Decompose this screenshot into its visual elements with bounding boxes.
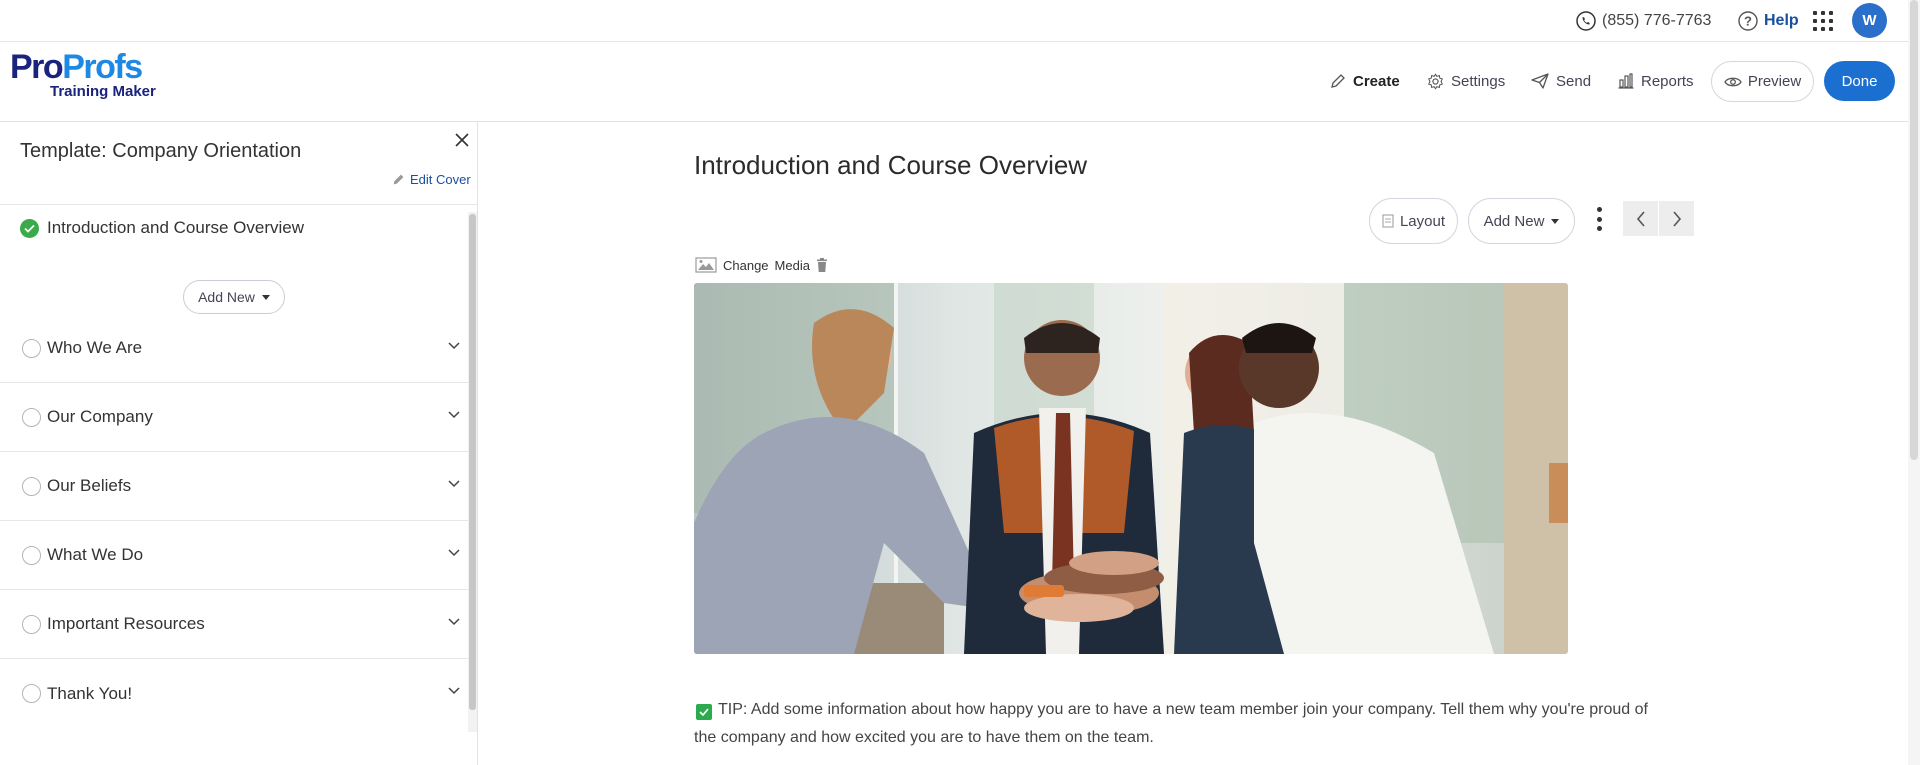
change-media-link[interactable]: Change bbox=[723, 258, 769, 273]
lesson-title[interactable]: Introduction and Course Overview bbox=[694, 150, 1087, 181]
chevron-left-icon bbox=[1636, 210, 1645, 227]
radio-circle-icon bbox=[22, 407, 41, 427]
sidebar-item-our-company[interactable]: Our Company bbox=[0, 383, 468, 452]
trash-icon[interactable] bbox=[816, 258, 828, 272]
image-icon[interactable] bbox=[695, 257, 717, 273]
check-circle-icon bbox=[20, 218, 39, 238]
preview-button[interactable]: Preview bbox=[1711, 61, 1814, 102]
pencil-icon bbox=[1331, 74, 1345, 88]
next-page-button[interactable] bbox=[1659, 201, 1694, 236]
checkbox-icon bbox=[696, 704, 712, 720]
page-scrollbar-thumb[interactable] bbox=[1910, 0, 1918, 460]
gear-icon bbox=[1427, 72, 1444, 90]
sidebar-item-label: Important Resources bbox=[47, 614, 205, 633]
layout-label: Layout bbox=[1399, 212, 1446, 230]
help-link[interactable]: ? Help bbox=[1738, 10, 1799, 32]
eye-icon bbox=[1724, 77, 1742, 86]
tip-text[interactable]: TIP: Add some information about how happ… bbox=[694, 696, 1648, 752]
radio-circle-icon bbox=[22, 614, 41, 634]
help-icon: ? bbox=[1738, 11, 1758, 31]
radio-circle-icon bbox=[22, 338, 41, 358]
edit-cover-link[interactable]: Edit Cover bbox=[392, 172, 471, 187]
sidebar-item-label: Our Beliefs bbox=[47, 476, 132, 495]
layout-button[interactable]: Layout bbox=[1369, 198, 1458, 244]
chevron-down-icon[interactable] bbox=[448, 480, 460, 488]
apps-grid-icon[interactable] bbox=[1813, 11, 1833, 31]
svg-text:?: ? bbox=[1744, 14, 1752, 29]
sidebar-item-thank-you[interactable]: Thank You! bbox=[0, 659, 468, 728]
chevron-down-icon[interactable] bbox=[448, 687, 460, 695]
sidebar-item-our-beliefs[interactable]: Our Beliefs bbox=[0, 452, 468, 521]
lesson-cover-image[interactable] bbox=[694, 283, 1568, 654]
nav-create-label: Create bbox=[1353, 72, 1400, 90]
sidebar-item-who-we-are[interactable]: Who We Are bbox=[0, 314, 468, 383]
chevron-down-icon[interactable] bbox=[448, 549, 460, 557]
divider bbox=[0, 204, 478, 205]
radio-circle-icon bbox=[22, 684, 41, 703]
phone-icon bbox=[1576, 11, 1596, 31]
radio-circle-icon bbox=[22, 545, 41, 565]
template-title: Template: Company Orientation bbox=[20, 140, 302, 162]
lesson-sidebar: Template: Company Orientation Edit Cover… bbox=[0, 122, 478, 765]
bar-chart-icon bbox=[1618, 73, 1634, 89]
nav-create[interactable]: Create bbox=[1330, 69, 1400, 93]
user-avatar[interactable]: W bbox=[1852, 3, 1887, 38]
chevron-down-icon[interactable] bbox=[448, 411, 460, 419]
sidebar-item-label: Our Company bbox=[47, 407, 153, 426]
sidebar-item-label: What We Do bbox=[47, 545, 144, 564]
previous-page-button[interactable] bbox=[1623, 201, 1658, 236]
logo-subtitle: Training Maker bbox=[50, 83, 156, 100]
caret-down-icon bbox=[261, 294, 270, 300]
sidebar-item-label: Who We Are bbox=[47, 338, 143, 357]
chevron-right-icon bbox=[1672, 210, 1681, 227]
sidebar-item-important-resources[interactable]: Important Resources bbox=[0, 590, 468, 659]
phone-link[interactable]: (855) 776-7763 bbox=[1576, 10, 1711, 32]
edit-cover-label: Edit Cover bbox=[410, 172, 471, 187]
logo-pro-text: Pro bbox=[10, 48, 64, 86]
nav-send-label: Send bbox=[1556, 72, 1592, 90]
add-new-label: Add New bbox=[198, 289, 255, 305]
sidebar-item-what-we-do[interactable]: What We Do bbox=[0, 521, 468, 590]
nav-send[interactable]: Send bbox=[1531, 69, 1591, 93]
chevron-down-icon[interactable] bbox=[448, 618, 460, 626]
sidebar-scrollbar-thumb[interactable] bbox=[469, 214, 476, 710]
sidebar-item-label: Introduction and Course Overview bbox=[47, 218, 305, 237]
lesson-editor: Introduction and Course Overview Layout … bbox=[478, 122, 1920, 765]
layout-icon bbox=[1382, 214, 1394, 228]
media-link[interactable]: Media bbox=[775, 258, 810, 273]
nav-reports[interactable]: Reports bbox=[1618, 69, 1694, 93]
nav-settings-label: Settings bbox=[1451, 72, 1506, 90]
sidebar-item-label: Thank You! bbox=[47, 683, 133, 703]
phone-number: (855) 776-7763 bbox=[1602, 12, 1712, 29]
tip-body: TIP: Add some information about how happ… bbox=[694, 701, 1648, 746]
add-new-label: Add New bbox=[1483, 212, 1545, 230]
media-toolbar: Change Media bbox=[695, 257, 828, 273]
preview-label: Preview bbox=[1747, 73, 1802, 90]
page-scrollbar[interactable] bbox=[1908, 0, 1920, 765]
add-new-button[interactable]: Add New bbox=[1468, 198, 1575, 244]
chevron-down-icon[interactable] bbox=[448, 342, 460, 350]
top-utility-bar: (855) 776-7763 ? Help W bbox=[0, 0, 1920, 42]
done-button[interactable]: Done bbox=[1824, 61, 1895, 101]
sidebar-add-new-button[interactable]: Add New bbox=[183, 280, 285, 314]
team-hands-photo bbox=[694, 283, 1568, 654]
more-options-icon[interactable] bbox=[1596, 207, 1602, 231]
caret-down-icon bbox=[1551, 218, 1560, 224]
app-header: ProProfs Training Maker Create Settings … bbox=[0, 42, 1920, 122]
logo-profs-text: Profs bbox=[62, 48, 143, 86]
send-icon bbox=[1531, 73, 1549, 89]
nav-reports-label: Reports bbox=[1641, 72, 1694, 90]
nav-settings[interactable]: Settings bbox=[1427, 69, 1505, 93]
radio-circle-icon bbox=[22, 476, 41, 496]
sidebar-section-list: Who We Are Our Company Our Beliefs What … bbox=[0, 314, 468, 728]
help-label: Help bbox=[1764, 12, 1799, 29]
proprofs-logo[interactable]: ProProfs Training Maker bbox=[10, 50, 156, 100]
sidebar-item-introduction[interactable]: Introduction and Course Overview bbox=[20, 218, 304, 238]
pencil-icon bbox=[393, 174, 404, 185]
close-icon[interactable] bbox=[452, 130, 472, 150]
